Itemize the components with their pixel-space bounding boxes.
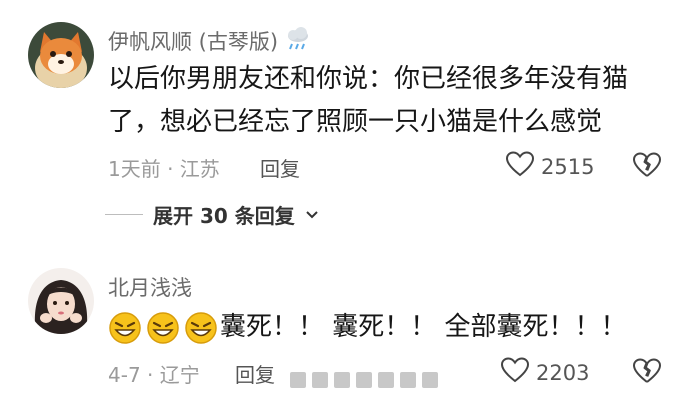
grinning-squint-emoji bbox=[109, 311, 141, 344]
watermark-block bbox=[312, 372, 328, 388]
username-text: 伊帆风顺 (古琴版) bbox=[108, 30, 279, 54]
broken-heart-icon bbox=[632, 358, 662, 389]
grinning-squint-emoji bbox=[147, 311, 179, 344]
heart-icon bbox=[505, 150, 535, 183]
watermark-block bbox=[290, 372, 306, 388]
comment-2-reply-button[interactable]: 回复 bbox=[235, 359, 275, 388]
comment-2-body: 囊死！！ 囊死！！ 全部囊死！！！ bbox=[220, 312, 627, 342]
like-count: 2515 bbox=[541, 154, 595, 179]
grinning-squint-emoji bbox=[185, 311, 217, 344]
comment-2-username[interactable]: 北月浅浅 bbox=[108, 272, 192, 302]
emoji-group bbox=[108, 311, 218, 345]
chevron-down-icon bbox=[305, 205, 319, 224]
username-text: 北月浅浅 bbox=[108, 276, 192, 300]
avatar-fox[interactable] bbox=[28, 22, 94, 88]
watermark-block bbox=[356, 372, 372, 388]
comment-2-meta: 4-7 · 辽宁 bbox=[108, 363, 200, 387]
expand-replies-label: 展开 30 条回复 bbox=[153, 204, 295, 228]
comment-1-reply-button[interactable]: 回复 bbox=[260, 153, 300, 182]
watermark-block bbox=[334, 372, 350, 388]
watermark-block bbox=[400, 372, 416, 388]
rain-cloud-icon bbox=[284, 26, 312, 56]
heart-icon bbox=[500, 356, 530, 389]
watermark-block bbox=[422, 372, 438, 388]
comment-2-text: 囊死！！ 囊死！！ 全部囊死！！！ bbox=[108, 306, 627, 349]
watermark-block bbox=[378, 372, 394, 388]
comment-1-line-1: 以后你男朋友还和你说：你已经很多年没有猫 bbox=[108, 64, 629, 94]
expand-replies-button[interactable]: 展开 30 条回复 bbox=[105, 200, 319, 229]
broken-heart-icon bbox=[632, 152, 662, 183]
watermark bbox=[290, 372, 438, 388]
comment-1-line-2: 了，想必已经忘了照顾一只小猫是什么感觉 bbox=[108, 107, 603, 137]
like-count: 2203 bbox=[536, 360, 590, 385]
comment-1-username[interactable]: 伊帆风顺 (古琴版) bbox=[108, 26, 312, 56]
comment-2-dislike-button[interactable] bbox=[632, 357, 662, 389]
comment-1-text: 以后你男朋友还和你说：你已经很多年没有猫 了，想必已经忘了照顾一只小猫是什么感觉 bbox=[108, 58, 628, 144]
expand-divider bbox=[105, 214, 143, 215]
comment-2-like-button[interactable]: 2203 bbox=[500, 356, 589, 389]
comment-1-meta: 1天前 · 江苏 bbox=[108, 157, 220, 181]
avatar-girl[interactable] bbox=[28, 268, 94, 334]
comment-1-dislike-button[interactable] bbox=[632, 151, 662, 183]
comment-1-like-button[interactable]: 2515 bbox=[505, 150, 594, 183]
